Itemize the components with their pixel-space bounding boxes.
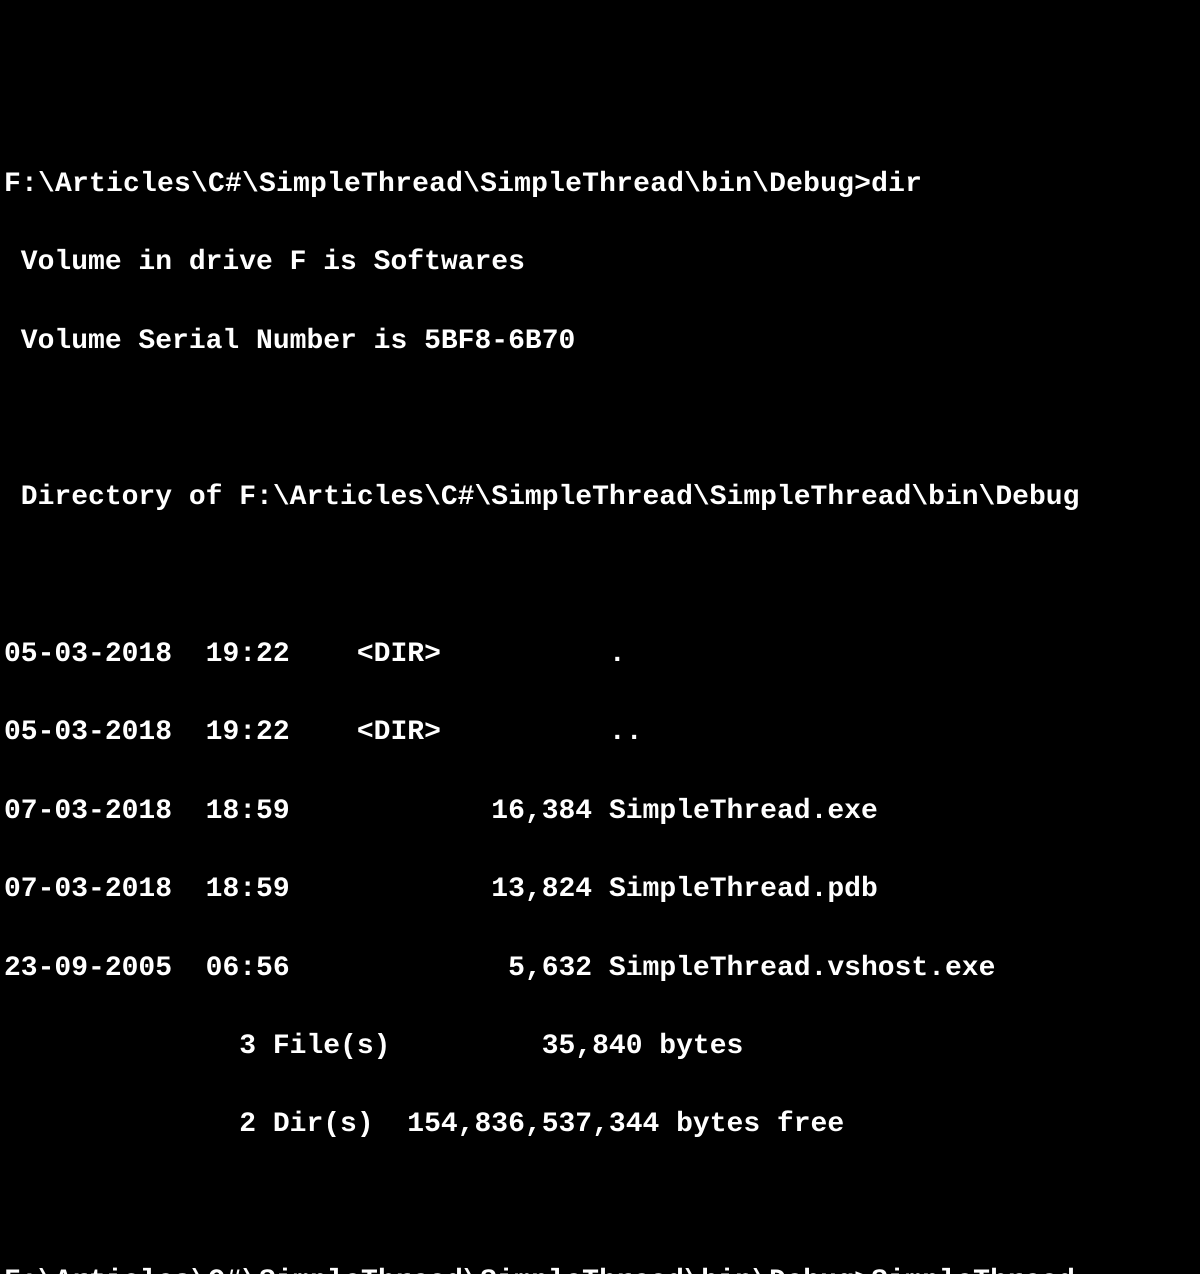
entry-name: SimpleThread.vshost.exe [609,953,995,984]
prompt-line-2[interactable]: F:\Articles\C#\SimpleThread\SimpleThread… [4,1262,1200,1274]
blank-line [4,557,1200,596]
entry-size: 5,632 [508,953,592,984]
dir-entry: 05-03-2018 19:22 <DIR> .. [4,713,1200,752]
entry-name: .. [609,717,643,748]
prompt-path: F:\Articles\C#\SimpleThread\SimpleThread… [4,1266,871,1274]
entry-time: 19:22 [206,717,290,748]
volume-info-line: Volume in drive F is Softwares [4,243,1200,282]
prompt-line-1: F:\Articles\C#\SimpleThread\SimpleThread… [4,165,1200,204]
serial-info-line: Volume Serial Number is 5BF8-6B70 [4,322,1200,361]
dir-entry: 05-03-2018 19:22 <DIR> . [4,635,1200,674]
directory-of-line: Directory of F:\Articles\C#\SimpleThread… [4,478,1200,517]
entry-date: 05-03-2018 [4,639,172,670]
entry-name: . [609,639,626,670]
entry-name: SimpleThread.pdb [609,874,878,905]
entry-size: 13,824 [491,874,592,905]
entry-dir-marker: <DIR> [357,717,441,748]
dir-entry: 07-03-2018 18:59 13,824 SimpleThread.pdb [4,870,1200,909]
dir-entry: 07-03-2018 18:59 16,384 SimpleThread.exe [4,792,1200,831]
command-dir: dir [871,169,922,200]
command-simplethread: SimpleThread [871,1266,1075,1274]
entry-date: 23-09-2005 [4,953,172,984]
entry-date: 05-03-2018 [4,717,172,748]
entry-name: SimpleThread.exe [609,796,878,827]
prompt-path: F:\Articles\C#\SimpleThread\SimpleThread… [4,169,871,200]
entry-time: 18:59 [206,796,290,827]
blank-line [4,1184,1200,1223]
entry-dir-marker: <DIR> [357,639,441,670]
blank-line [4,400,1200,439]
summary-files-line: 3 File(s) 35,840 bytes [4,1027,1200,1066]
entry-time: 06:56 [206,953,290,984]
dir-entry: 23-09-2005 06:56 5,632 SimpleThread.vsho… [4,949,1200,988]
entry-time: 18:59 [206,874,290,905]
entry-date: 07-03-2018 [4,874,172,905]
entry-size: 16,384 [491,796,592,827]
summary-dirs-line: 2 Dir(s) 154,836,537,344 bytes free [4,1105,1200,1144]
entry-date: 07-03-2018 [4,796,172,827]
entry-time: 19:22 [206,639,290,670]
